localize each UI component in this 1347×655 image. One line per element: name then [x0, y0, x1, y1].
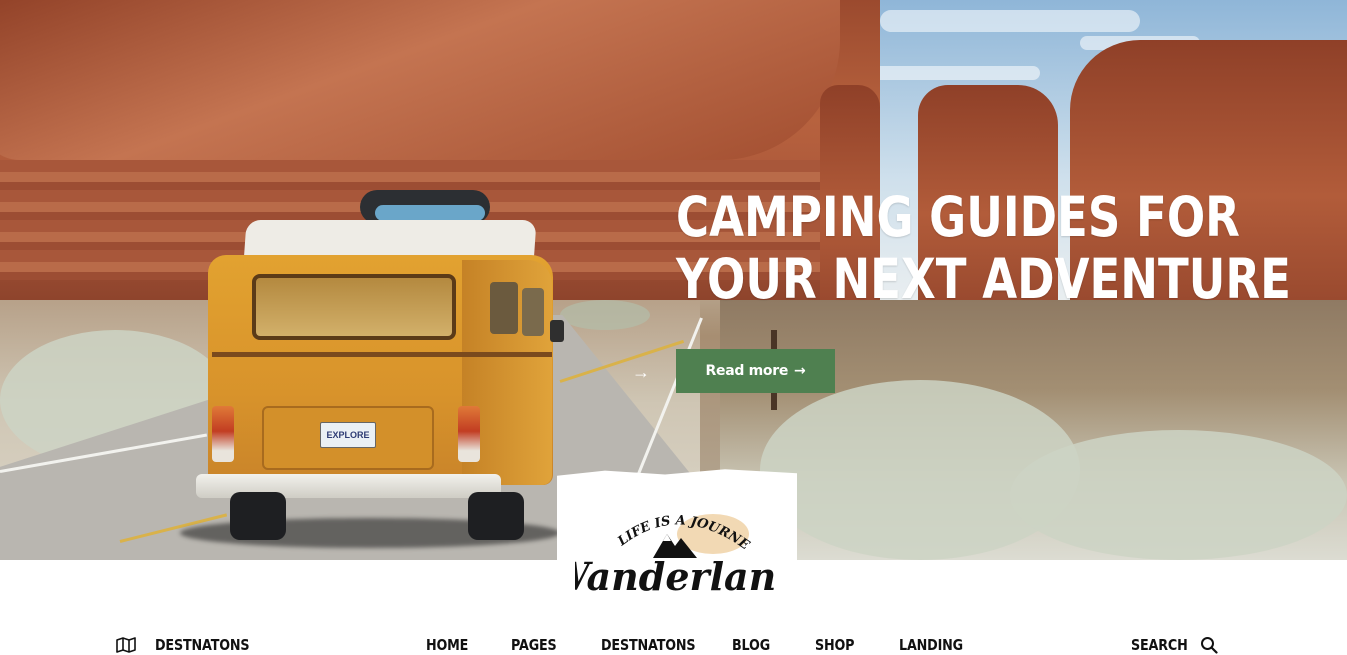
main-nav: DESTNATONS HOME PAGES DESTNATONS BLOG SH… [0, 628, 1347, 655]
van-mirror [550, 320, 564, 342]
headline-line-1: CAMPING GUIDES FOR [676, 185, 1240, 249]
van-roof-luggage [375, 205, 485, 221]
van-trim [212, 352, 552, 357]
van-rear-window [252, 274, 456, 340]
yellow-camper-van: EXPLORE [180, 190, 564, 548]
slider-arrow-icon[interactable]: → [630, 362, 652, 382]
mountain-snow [663, 534, 671, 541]
nav-search-label[interactable]: SEARCH [1131, 636, 1188, 654]
nav-destinations-left[interactable]: DESTNATONS [155, 636, 250, 654]
wanderland-logo[interactable]: LIFE IS A JOURNEY Wanderland [575, 490, 775, 602]
nav-item-pages[interactable]: PAGES [511, 636, 557, 654]
headline-line-2: YOUR NEXT ADVENTURE [676, 247, 1291, 311]
cloud [880, 10, 1140, 32]
arrow-right-icon: → [794, 363, 806, 379]
van-taillight [458, 406, 480, 462]
license-plate: EXPLORE [320, 422, 376, 448]
logo-brand: Wanderland [575, 554, 775, 599]
van-side-window [490, 282, 518, 334]
nav-item-home[interactable]: HOME [426, 636, 468, 654]
nav-item-destinations[interactable]: DESTNATONS [601, 636, 696, 654]
sagebrush [560, 300, 650, 330]
van-tire [230, 492, 286, 540]
van-tire [468, 492, 524, 540]
hero-headline: CAMPING GUIDES FOR YOUR NEXT ADVENTURE [676, 186, 1291, 310]
read-more-label: Read more [705, 363, 789, 379]
van-taillight [212, 406, 234, 462]
search-icon[interactable] [1200, 636, 1218, 654]
nav-item-landing[interactable]: LANDING [899, 636, 963, 654]
nav-item-shop[interactable]: SHOP [815, 636, 855, 654]
read-more-button[interactable]: Read more → [676, 349, 835, 393]
nav-item-blog[interactable]: BLOG [732, 636, 770, 654]
van-side-window [522, 288, 544, 336]
map-icon[interactable] [116, 637, 136, 653]
sagebrush [1010, 430, 1347, 560]
red-rock-overhang [0, 0, 840, 160]
